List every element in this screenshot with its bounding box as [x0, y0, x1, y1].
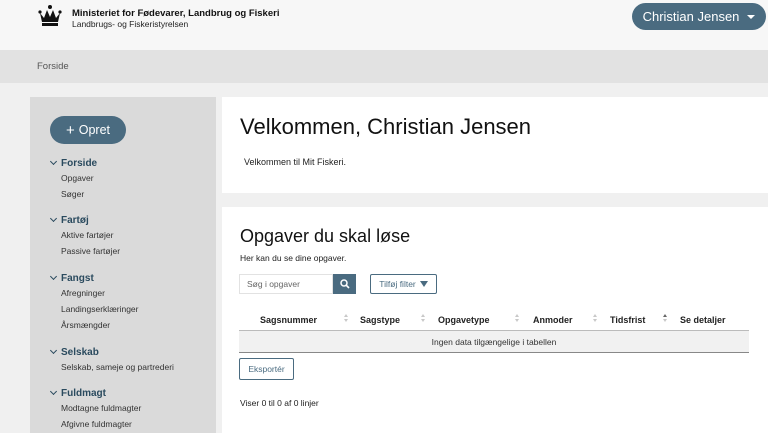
- table-header: Sagsnummer Sagstype Opgavetype Anmoder T…: [239, 309, 749, 331]
- sort-asc-icon[interactable]: [663, 314, 669, 324]
- chevron-down-icon: [49, 157, 58, 166]
- search-icon: [339, 279, 350, 289]
- add-filter-button[interactable]: Tilføj filter: [370, 274, 437, 294]
- sidebar-item-aktive-fartoejer[interactable]: Aktive fartøjer: [61, 227, 120, 243]
- column-anmoder[interactable]: Anmoder: [533, 315, 573, 325]
- column-se-detaljer[interactable]: Se detaljer: [680, 315, 726, 325]
- chevron-down-icon: [49, 214, 58, 223]
- nav-section-header[interactable]: Fuldmagt: [49, 386, 141, 400]
- top-header: Ministeriet for Fødevarer, Landbrug og F…: [0, 0, 768, 50]
- add-filter-label: Tilføj filter: [379, 279, 416, 289]
- welcome-text: Velkommen til Mit Fiskeri.: [244, 157, 347, 167]
- column-sagsnummer[interactable]: Sagsnummer: [260, 315, 317, 325]
- page-title: Velkommen, Christian Jensen: [240, 114, 532, 139]
- column-opgavetype[interactable]: Opgavetype: [438, 315, 490, 325]
- nav-section-fuldmagt: Fuldmagt Modtagne fuldmagter Afgivne ful…: [49, 386, 141, 432]
- sidebar-item-modtagne-fuldmagter[interactable]: Modtagne fuldmagter: [61, 400, 141, 416]
- tasks-subtitle: Her kan du se dine opgaver.: [240, 253, 347, 263]
- chevron-down-icon: [49, 346, 58, 355]
- breadcrumb: Forside: [0, 50, 768, 83]
- nav-section-fartoej: Fartøj Aktive fartøjer Passive fartøjer: [49, 213, 120, 259]
- sidebar-item-opgaver[interactable]: Opgaver: [61, 170, 97, 186]
- export-button[interactable]: Eksportér: [239, 358, 294, 380]
- crown-logo-icon: [38, 5, 62, 26]
- create-label: Opret: [78, 123, 111, 137]
- sort-icon[interactable]: [421, 314, 427, 324]
- nav-section-title: Fartøj: [61, 214, 89, 226]
- search-input[interactable]: [239, 274, 333, 294]
- nav-section-header[interactable]: Fangst: [49, 271, 139, 285]
- sidebar-item-afregninger[interactable]: Afregninger: [61, 285, 139, 301]
- plus-icon: +: [65, 121, 75, 139]
- user-name: Christian Jensen: [642, 9, 740, 24]
- welcome-card: Velkommen, Christian Jensen Velkommen ti…: [222, 97, 768, 193]
- nav-section-fangst: Fangst Afregninger Landingserklæringer Å…: [49, 271, 139, 333]
- chevron-down-icon: [49, 272, 58, 281]
- sidebar-item-aarsmaengder[interactable]: Årsmængder: [61, 317, 139, 333]
- sidebar: + Opret Forside Opgaver Søger Fartøj Akt…: [30, 97, 216, 433]
- nav-section-selskab: Selskab Selskab, sameje og partrederi: [49, 345, 174, 375]
- agency-title: Landbrugs- og Fiskeristyrelsen: [72, 19, 189, 29]
- nav-section-title: Forside: [61, 157, 98, 169]
- user-menu-button[interactable]: Christian Jensen: [632, 3, 766, 30]
- chevron-down-icon: [49, 387, 58, 396]
- sort-icon[interactable]: [344, 314, 350, 324]
- create-button[interactable]: + Opret: [50, 116, 126, 144]
- nav-section-title: Selskab: [61, 346, 99, 358]
- table-info: Viser 0 til 0 af 0 linjer: [240, 398, 319, 408]
- nav-section-forside: Forside Opgaver Søger: [49, 156, 98, 202]
- nav-section-header[interactable]: Selskab: [49, 345, 174, 359]
- sidebar-item-landingserklaeringer[interactable]: Landingserklæringer: [61, 301, 139, 317]
- sidebar-item-passive-fartoejer[interactable]: Passive fartøjer: [61, 243, 120, 259]
- sort-icon[interactable]: [515, 314, 521, 324]
- ministry-title: Ministeriet for Fødevarer, Landbrug og F…: [72, 8, 280, 19]
- sidebar-item-afgivne-fuldmagter[interactable]: Afgivne fuldmagter: [61, 416, 141, 432]
- search-button[interactable]: [333, 274, 356, 294]
- sort-icon[interactable]: [593, 314, 599, 324]
- nav-section-header[interactable]: Fartøj: [49, 213, 120, 227]
- column-sagstype[interactable]: Sagstype: [360, 315, 400, 325]
- table-empty-row: Ingen data tilgængelige i tabellen: [239, 331, 749, 353]
- sidebar-item-selskab[interactable]: Selskab, sameje og partrederi: [61, 359, 174, 375]
- ministry-name: Ministeriet for Fødevarer, Landbrug og F…: [72, 8, 279, 30]
- nav-section-title: Fangst: [61, 272, 94, 284]
- filter-icon: [419, 281, 428, 287]
- tasks-card: Opgaver du skal løse Her kan du se dine …: [222, 207, 768, 433]
- breadcrumb-item-forside[interactable]: Forside: [37, 61, 69, 72]
- caret-down-icon: [747, 15, 756, 19]
- sidebar-item-soeger[interactable]: Søger: [61, 186, 97, 202]
- nav-section-header[interactable]: Forside: [49, 156, 98, 170]
- nav-section-title: Fuldmagt: [61, 387, 106, 399]
- tasks-title: Opgaver du skal løse: [240, 226, 411, 246]
- column-tidsfrist[interactable]: Tidsfrist: [610, 315, 645, 325]
